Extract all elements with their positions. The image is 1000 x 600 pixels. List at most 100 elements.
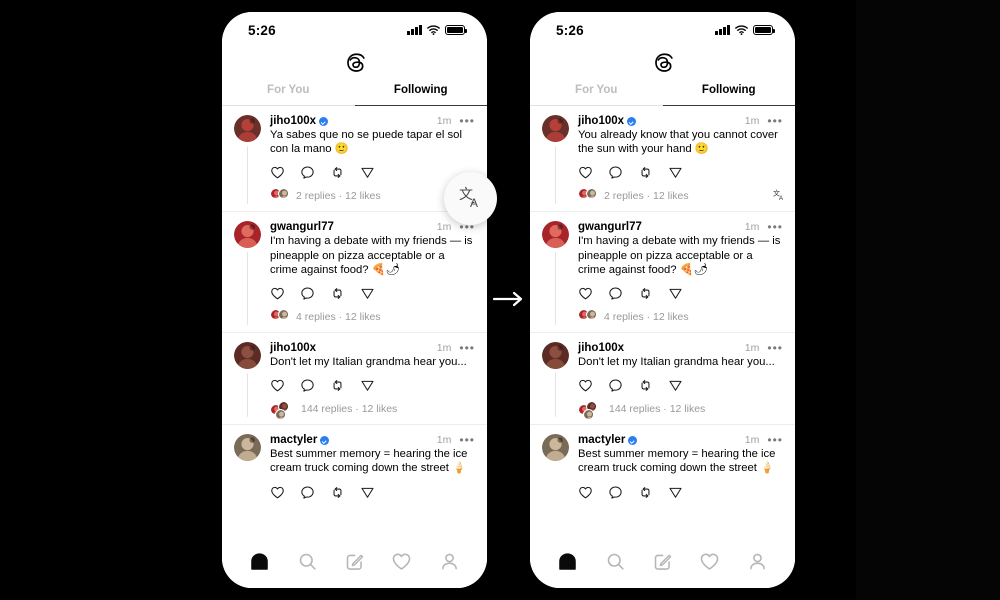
avatar[interactable] (542, 342, 569, 370)
nav-activity-heart[interactable] (391, 550, 413, 572)
post-meta: mactyler 1m ••• (270, 434, 475, 446)
feed-list[interactable]: jiho100x 1m ••• Ya sabes que no se puede ta… (222, 106, 487, 540)
comment-icon[interactable] (300, 286, 315, 301)
share-icon[interactable] (360, 485, 375, 500)
translate-floating-button[interactable]: 文 A (444, 172, 497, 225)
more-options-icon[interactable]: ••• (762, 434, 783, 446)
comment-icon[interactable] (608, 165, 623, 180)
like-icon[interactable] (270, 485, 285, 500)
post-username[interactable]: jiho100x (578, 115, 624, 127)
post-stats[interactable]: 2 replies · 12 likes (296, 190, 381, 202)
more-options-icon[interactable]: ••• (454, 115, 475, 127)
like-icon[interactable] (578, 378, 593, 393)
tab-for-you[interactable]: For You (222, 78, 355, 105)
more-options-icon[interactable]: ••• (454, 342, 475, 354)
avatar-img-0-3 (234, 434, 261, 462)
repost-icon[interactable] (330, 165, 345, 180)
post[interactable]: gwangurl77 1m ••• I'm having a debate with … (222, 211, 487, 332)
nav-profile[interactable] (438, 550, 460, 572)
like-icon (579, 486, 592, 498)
post-stats[interactable]: 4 replies · 12 likes (296, 311, 381, 323)
nav-search[interactable] (604, 550, 626, 572)
more-options-icon[interactable]: ••• (762, 221, 783, 233)
tab-following[interactable]: Following (663, 78, 796, 105)
share-icon[interactable] (360, 165, 375, 180)
tab-for-you[interactable]: For You (530, 78, 663, 105)
avatar[interactable] (542, 115, 569, 142)
nav-profile[interactable] (746, 550, 768, 572)
repost-icon[interactable] (638, 485, 653, 500)
post-text: You already know that you cannot cover t… (578, 129, 778, 156)
comment-icon (609, 379, 622, 392)
repost-icon[interactable] (638, 286, 653, 301)
like-icon[interactable] (270, 378, 285, 393)
avatar[interactable] (542, 434, 569, 462)
post-stats[interactable]: 2 replies · 12 likes (604, 190, 689, 202)
post-stats[interactable]: 4 replies · 12 likes (604, 311, 689, 323)
like-icon[interactable] (270, 165, 285, 180)
comment-icon (301, 166, 314, 180)
comment-icon[interactable] (608, 286, 623, 301)
nav-search[interactable] (296, 550, 318, 572)
post-stats[interactable]: 144 replies · 12 likes (609, 403, 705, 415)
post-username[interactable]: gwangurl77 (578, 221, 642, 233)
repost-icon[interactable] (638, 378, 653, 393)
activity-heart-icon (701, 553, 719, 570)
post[interactable]: gwangurl77 1m ••• I'm having a debate with … (530, 211, 795, 332)
nav-home[interactable] (557, 550, 579, 572)
repost-icon[interactable] (330, 485, 345, 500)
share-icon[interactable] (668, 286, 683, 301)
right-backdrop (856, 0, 1000, 600)
comment-icon[interactable] (608, 485, 623, 500)
post-actions (270, 485, 475, 500)
like-icon[interactable] (578, 485, 593, 500)
share-icon[interactable] (360, 378, 375, 393)
share-icon[interactable] (668, 378, 683, 393)
post-meta: jiho100x 1m ••• (270, 115, 475, 127)
repost-icon (333, 288, 342, 299)
post[interactable]: jiho100x 1m ••• Don't let my Italian grandm… (222, 332, 487, 424)
translate-badge-icon[interactable]: 文A (773, 189, 786, 202)
share-icon[interactable] (668, 165, 683, 180)
figure-canvas: 5:26 For You Following jiho100x 1m ••• Ya sabe… (0, 0, 1000, 600)
post-username[interactable]: mactyler (578, 434, 625, 446)
post[interactable]: mactyler 1m ••• Best summer memory = hearin… (530, 424, 795, 506)
avatar[interactable] (234, 434, 261, 462)
like-icon[interactable] (578, 165, 593, 180)
post-username[interactable]: jiho100x (270, 115, 316, 127)
share-icon[interactable] (668, 485, 683, 500)
nav-activity-heart[interactable] (699, 550, 721, 572)
post[interactable]: jiho100x 1m ••• You already know that you c… (530, 106, 795, 211)
nav-home[interactable] (249, 550, 271, 572)
share-icon[interactable] (360, 286, 375, 301)
avatar[interactable] (542, 221, 569, 249)
comment-icon[interactable] (300, 165, 315, 180)
more-options-icon[interactable]: ••• (762, 115, 783, 127)
post-username[interactable]: mactyler (270, 434, 317, 446)
avatar[interactable] (234, 342, 261, 370)
post-username[interactable]: jiho100x (578, 342, 624, 354)
feed-list[interactable]: jiho100x 1m ••• You already know that you c… (530, 106, 795, 540)
post-stats[interactable]: 144 replies · 12 likes (301, 403, 397, 415)
post[interactable]: mactyler 1m ••• Best summer memory = hearin… (222, 424, 487, 506)
comment-icon[interactable] (608, 378, 623, 393)
repost-icon[interactable] (638, 165, 653, 180)
comment-icon[interactable] (300, 485, 315, 500)
post-username[interactable]: jiho100x (270, 342, 316, 354)
avatar[interactable] (234, 115, 261, 142)
like-icon[interactable] (578, 286, 593, 301)
nav-compose[interactable] (343, 550, 365, 572)
tab-following[interactable]: Following (355, 78, 488, 105)
repost-icon[interactable] (330, 378, 345, 393)
more-options-icon[interactable]: ••• (454, 434, 475, 446)
more-options-icon[interactable]: ••• (762, 342, 783, 354)
post-username[interactable]: gwangurl77 (270, 221, 334, 233)
comment-icon[interactable] (300, 378, 315, 393)
like-icon[interactable] (270, 286, 285, 301)
battery-full-icon (445, 25, 468, 35)
cellular-signal-icon (715, 25, 730, 35)
nav-compose[interactable] (651, 550, 673, 572)
avatar[interactable] (234, 221, 261, 249)
repost-icon[interactable] (330, 286, 345, 301)
post[interactable]: jiho100x 1m ••• Don't let my Italian grandm… (530, 332, 795, 424)
